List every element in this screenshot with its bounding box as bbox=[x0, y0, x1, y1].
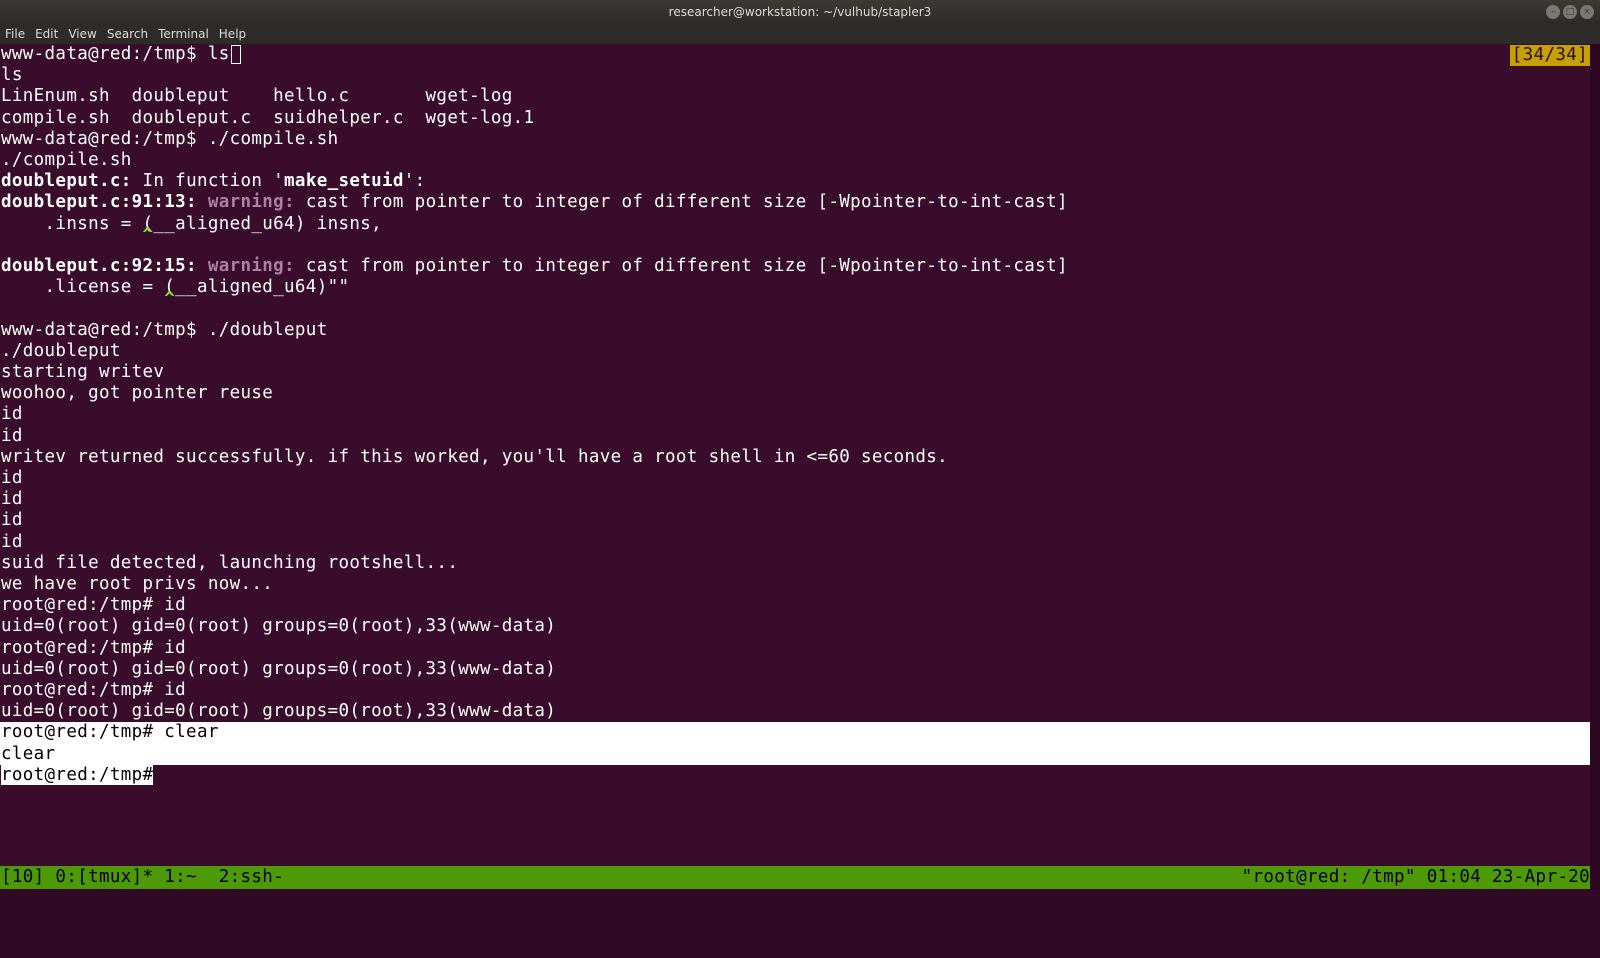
terminal-line: root@red:/tmp# id bbox=[1, 595, 187, 616]
terminal-line: doubleput.c: In function 'make_setuid': bbox=[1, 171, 426, 192]
terminal-line: www-data@red:/tmp$ ./doubleput bbox=[1, 319, 328, 340]
terminal-line: id bbox=[1, 425, 23, 446]
terminal-line: ./compile.sh bbox=[1, 150, 132, 170]
tmux-scroll-indicator: [34/34] bbox=[1509, 45, 1590, 66]
terminal-line: suid file detected, launching rootshell.… bbox=[1, 552, 459, 573]
close-button[interactable]: × bbox=[1580, 5, 1594, 19]
terminal-line: ^ bbox=[1, 288, 176, 309]
scrollbar[interactable] bbox=[1590, 44, 1600, 889]
maximize-button[interactable]: □ bbox=[1563, 5, 1577, 19]
terminal-line: doubleput.c:91:13: warning: cast from po… bbox=[1, 192, 1068, 213]
terminal-output[interactable]: www-data@red:/tmp$ ls ls LinEnum.sh doub… bbox=[0, 44, 1590, 866]
menu-edit[interactable]: Edit bbox=[30, 24, 63, 44]
menu-file[interactable]: File bbox=[0, 24, 30, 44]
terminal-line: doubleput.c:92:15: warning: cast from po… bbox=[1, 256, 1068, 276]
selected-line: root@red:/tmp# clear bbox=[0, 722, 1590, 744]
terminal-line: www-data@red:/tmp$ ls bbox=[1, 44, 241, 66]
selected-line: clear bbox=[0, 743, 1590, 766]
terminal-line: uid=0(root) gid=0(root) groups=0(root),3… bbox=[1, 658, 557, 679]
terminal-line: we have root privs now... bbox=[1, 574, 274, 594]
current-prompt: root@red:/tmp# bbox=[1, 764, 154, 785]
terminal-line: root@red:/tmp# id bbox=[1, 680, 187, 700]
terminal-line: woohoo, got pointer reuse bbox=[1, 383, 274, 404]
terminal-line: id bbox=[1, 468, 23, 488]
terminal-line: uid=0(root) gid=0(root) groups=0(root),3… bbox=[1, 701, 557, 722]
terminal-line: LinEnum.sh doubleput hello.c wget-log bbox=[1, 86, 513, 107]
window-controls: – □ × bbox=[1546, 5, 1594, 19]
terminal-line: id bbox=[1, 531, 23, 552]
window-title: researcher@workstation: ~/vulhub/stapler… bbox=[668, 5, 932, 19]
terminal-line: ^ bbox=[1, 225, 154, 245]
terminal-line: starting writev bbox=[1, 362, 165, 382]
tmux-status-right: "root@red: /tmp" 01:04 23-Apr-20 bbox=[1241, 867, 1590, 887]
terminal-line: id bbox=[1, 404, 23, 425]
menu-help[interactable]: Help bbox=[214, 24, 251, 44]
terminal-window: researcher@workstation: ~/vulhub/stapler… bbox=[0, 0, 1600, 889]
terminal-line: root@red:/tmp# id bbox=[1, 637, 187, 658]
menu-search[interactable]: Search bbox=[102, 24, 153, 44]
menu-bar: File Edit View Search Terminal Help bbox=[0, 24, 1600, 44]
terminal-line: www-data@red:/tmp$ ./compile.sh bbox=[1, 128, 339, 149]
cursor-block bbox=[230, 44, 241, 64]
terminal-line: id bbox=[1, 510, 23, 531]
menu-terminal[interactable]: Terminal bbox=[153, 24, 214, 44]
terminal-line: writev returned successfully. if this wo… bbox=[1, 446, 949, 467]
terminal-line: root@red:/tmp# bbox=[1, 764, 154, 787]
terminal-line: id bbox=[1, 489, 23, 510]
terminal-line: uid=0(root) gid=0(root) groups=0(root),3… bbox=[1, 616, 557, 637]
minimize-button[interactable]: – bbox=[1546, 5, 1560, 19]
terminal-line: ls bbox=[1, 65, 23, 86]
tmux-status-bar: [10] 0:[tmux]* 1:~ 2:ssh- "root@red: /tm… bbox=[0, 866, 1590, 889]
terminal-line: compile.sh doubleput.c suidhelper.c wget… bbox=[1, 107, 535, 128]
tmux-window-list[interactable]: [10] 0:[tmux]* 1:~ 2:ssh- bbox=[1, 866, 284, 889]
menu-view[interactable]: View bbox=[63, 24, 101, 44]
window-titlebar[interactable]: researcher@workstation: ~/vulhub/stapler… bbox=[0, 0, 1600, 24]
terminal-line: ./doubleput bbox=[1, 340, 121, 361]
